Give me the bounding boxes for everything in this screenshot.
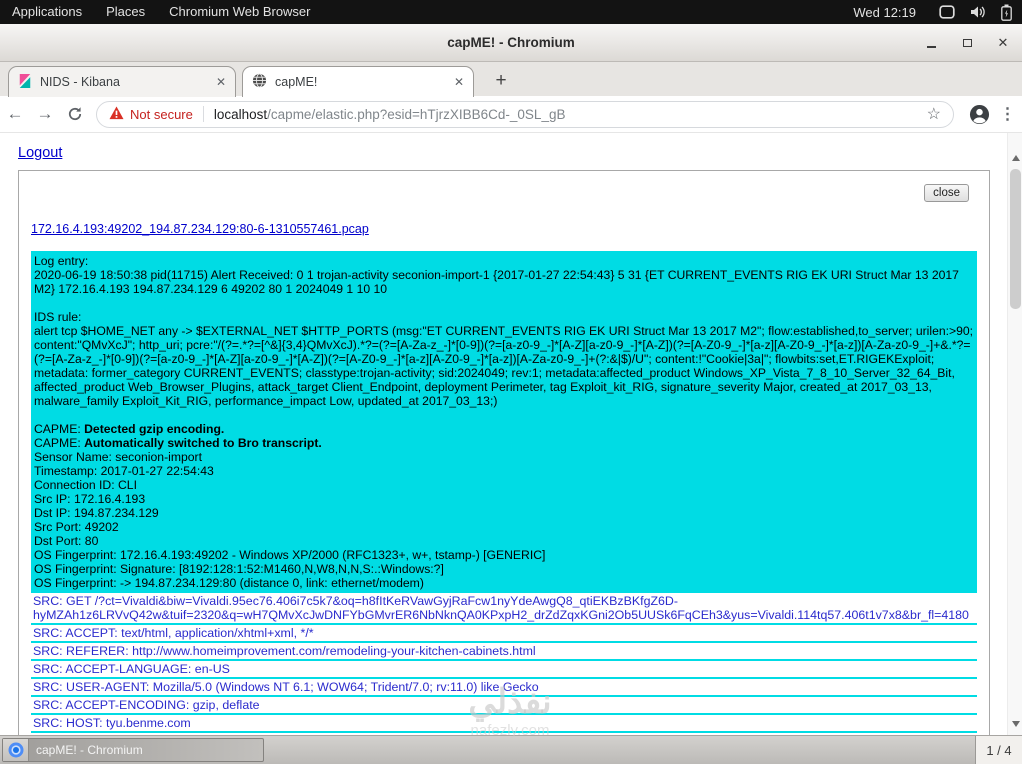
- transcript-field: OS Fingerprint: Signature: [8192:128:1:5…: [34, 562, 444, 576]
- applications-menu[interactable]: Applications: [0, 0, 94, 24]
- src-line: SRC: HOST: tyu.benme.com: [31, 715, 977, 733]
- globe-icon: [252, 73, 267, 91]
- bookmark-star-icon[interactable]: ☆: [927, 104, 941, 124]
- capme-note: CAPME: Detected gzip encoding.: [34, 422, 225, 436]
- tab-close-icon[interactable]: ✕: [454, 75, 464, 89]
- close-transcript-button[interactable]: close: [924, 184, 969, 202]
- url-host[interactable]: localhost: [214, 107, 267, 122]
- reload-button[interactable]: [60, 106, 90, 122]
- chromium-icon: [3, 739, 29, 761]
- taskbar-window-label: capME! - Chromium: [36, 743, 143, 757]
- src-line: SRC: USER-AGENT: Mozilla/5.0 (Windows NT…: [31, 679, 977, 697]
- minimize-button[interactable]: [924, 36, 938, 50]
- kibana-icon: [18, 73, 32, 91]
- tab-close-icon[interactable]: ✕: [216, 75, 226, 89]
- omnibox-divider: [202, 106, 204, 122]
- taskbar-window-button[interactable]: capME! - Chromium: [2, 738, 264, 762]
- display-icon[interactable]: [939, 5, 955, 19]
- src-line: SRC: ACCEPT: text/html, application/xhtm…: [31, 625, 977, 643]
- transcript-field: Sensor Name: seconion-import: [34, 450, 202, 464]
- transcript-field: Dst IP: 194.87.234.129: [34, 506, 159, 520]
- capme-note: CAPME: Automatically switched to Bro tra…: [34, 436, 322, 450]
- transcript-panel: close 172.16.4.193:49202_194.87.234.129:…: [18, 170, 990, 735]
- top-panel: Applications Places Chromium Web Browser…: [0, 0, 1022, 24]
- tab-capme[interactable]: capME! ✕: [242, 66, 474, 97]
- pcap-download-link[interactable]: 172.16.4.193:49202_194.87.234.129:80-6-1…: [31, 222, 369, 236]
- page-content: Logout close 172.16.4.193:49202_194.87.2…: [0, 133, 1022, 735]
- maximize-button[interactable]: [960, 36, 974, 50]
- back-button[interactable]: ←: [0, 104, 30, 124]
- not-secure-label[interactable]: Not secure: [130, 107, 193, 122]
- taskbar: capME! - Chromium 1 / 4: [0, 735, 1022, 764]
- window-titlebar: capME! - Chromium ✕: [0, 24, 1022, 62]
- panel-menus: Applications Places Chromium Web Browser: [0, 0, 323, 24]
- transcript-field: OS Fingerprint: 172.16.4.193:49202 - Win…: [34, 548, 546, 562]
- transcript-field: Timestamp: 2017-01-27 22:54:43: [34, 464, 214, 478]
- new-tab-button[interactable]: +: [488, 70, 514, 93]
- current-app-menu[interactable]: Chromium Web Browser: [157, 0, 322, 24]
- url-path[interactable]: /capme/elastic.php?esid=hTjrzXIBB6Cd-_0S…: [267, 107, 565, 122]
- transcript-field: Connection ID: CLI: [34, 478, 137, 492]
- scroll-up-icon[interactable]: [1008, 151, 1022, 165]
- desktop: Applications Places Chromium Web Browser…: [0, 0, 1022, 764]
- tab-label: NIDS - Kibana: [40, 75, 120, 89]
- battery-charging-icon[interactable]: [1001, 4, 1012, 21]
- tab-kibana[interactable]: NIDS - Kibana ✕: [8, 66, 236, 97]
- log-entry-label: Log entry:: [34, 254, 89, 268]
- tab-strip: NIDS - Kibana ✕ capME! ✕ +: [0, 62, 1022, 97]
- ids-rule: alert tcp $HOME_NET any -> $EXTERNAL_NET…: [34, 324, 974, 408]
- logout-link[interactable]: Logout: [18, 145, 62, 161]
- src-line: SRC: GET /?ct=Vivaldi&biw=Vivaldi.95ec76…: [31, 593, 977, 625]
- transcript: Log entry: 2020-06-19 18:50:38 pid(11715…: [31, 251, 977, 735]
- transcript-field: Dst Port: 80: [34, 534, 99, 548]
- profile-avatar-icon[interactable]: [964, 104, 994, 125]
- clock[interactable]: Wed 12:19: [853, 5, 916, 20]
- forward-button[interactable]: →: [30, 104, 60, 124]
- log-entry: 2020-06-19 18:50:38 pid(11715) Alert Rec…: [34, 268, 959, 296]
- src-line: SRC: ACCEPT-ENCODING: gzip, deflate: [31, 697, 977, 715]
- volume-icon[interactable]: [970, 4, 986, 20]
- scroll-down-icon[interactable]: [1008, 717, 1022, 731]
- close-window-button[interactable]: ✕: [996, 35, 1010, 50]
- places-menu[interactable]: Places: [94, 0, 157, 24]
- tab-label: capME!: [275, 75, 318, 89]
- scrollbar[interactable]: [1007, 133, 1022, 735]
- src-transcript: SRC: GET /?ct=Vivaldi&biw=Vivaldi.95ec76…: [31, 593, 977, 735]
- not-secure-warning-icon[interactable]: [109, 105, 124, 123]
- panel-status-area: Wed 12:19: [853, 4, 1022, 21]
- browser-menu-icon[interactable]: ⋮: [994, 104, 1022, 124]
- ids-rule-label: IDS rule:: [34, 310, 82, 324]
- src-line: SRC: REFERER: http://www.homeimprovement…: [31, 643, 977, 661]
- transcript-header: Log entry: 2020-06-19 18:50:38 pid(11715…: [31, 251, 977, 593]
- transcript-field: Src Port: 49202: [34, 520, 119, 534]
- transcript-field: Src IP: 172.16.4.193: [34, 492, 146, 506]
- window-controls: ✕: [924, 24, 1010, 62]
- window-title: capME! - Chromium: [447, 35, 575, 50]
- scrollbar-thumb[interactable]: [1010, 169, 1021, 309]
- src-line: SRC: ACCEPT-LANGUAGE: en-US: [31, 661, 977, 679]
- transcript-field: OS Fingerprint: -> 194.87.234.129:80 (di…: [34, 576, 424, 590]
- browser-toolbar: ← → Not secure localhost/capme/elastic.p…: [0, 96, 1022, 133]
- workspace-indicator[interactable]: 1 / 4: [975, 736, 1022, 764]
- address-bar[interactable]: Not secure localhost/capme/elastic.php?e…: [96, 100, 954, 128]
